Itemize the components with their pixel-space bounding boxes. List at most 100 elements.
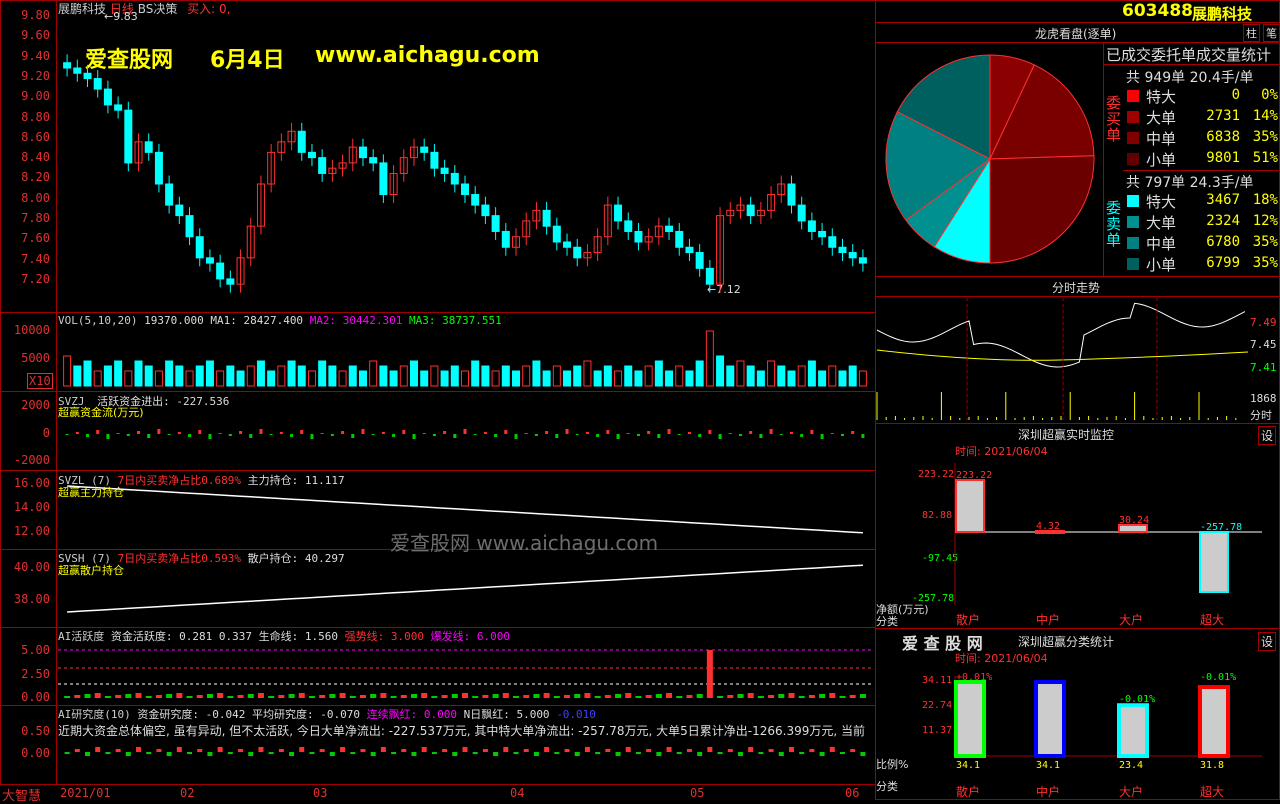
research-bar: [523, 749, 529, 752]
candle-body: [205, 257, 214, 264]
activity-bar: [257, 693, 264, 698]
stat-name: 小单: [1146, 151, 1177, 169]
volume-bar: [338, 370, 347, 387]
activity-bar: [308, 696, 315, 698]
svzj-bar: [157, 429, 161, 434]
right-divider-1: [875, 22, 1280, 23]
candle-body: [685, 246, 694, 254]
monitor-title: 深圳超赢实时监控: [1018, 428, 1115, 442]
stat-count: 3467: [1206, 192, 1240, 208]
research-bar: [799, 752, 805, 754]
volume-bar: [716, 355, 725, 387]
svzj-bar: [463, 429, 467, 434]
candle-body: [430, 151, 439, 169]
volume-bar: [124, 370, 133, 387]
stat-count: 2731: [1206, 108, 1240, 124]
svzj-bar: [402, 430, 406, 434]
stat-name: 特大: [1146, 193, 1177, 211]
bar-view-button[interactable]: 柱: [1243, 24, 1260, 42]
research-bar: [544, 747, 550, 752]
candle-body: [175, 204, 184, 217]
volume-bar: [858, 370, 867, 387]
volume-bar: [297, 365, 306, 387]
activity-bar: [84, 694, 91, 698]
svsh-line: [67, 564, 863, 613]
ai-res-l3: 连续飘红: 0.000: [366, 708, 457, 721]
classify-title: 深圳超赢分类统计: [1018, 635, 1115, 649]
research-bar: [829, 747, 835, 752]
volume-bar: [63, 355, 72, 387]
svzj-bar: [759, 434, 763, 438]
activity-bar: [859, 694, 866, 698]
svzj-bar: [473, 434, 477, 435]
candle-body: [491, 215, 500, 232]
activity-bar: [829, 693, 836, 698]
activity-bar: [574, 694, 581, 698]
stat-count: 2324: [1206, 213, 1240, 229]
candle-body: [154, 151, 163, 185]
svzl-ratio: 7日内买卖净占比0.689%: [117, 474, 241, 487]
volume-bar: [256, 360, 265, 387]
volume-bar: [389, 370, 398, 387]
candle-body: [318, 157, 327, 174]
volume-bar: [654, 360, 663, 387]
research-bar: [574, 752, 580, 756]
candle-body: [624, 220, 633, 232]
activity-bar: [686, 695, 693, 698]
ai-act-tick-0: 0.00: [21, 690, 50, 704]
stat-name: 中单: [1146, 235, 1177, 253]
volume-bar: [491, 370, 500, 387]
volume-bar: [144, 365, 153, 387]
research-bar: [605, 749, 611, 752]
svzj-bar: [534, 434, 538, 436]
stat-pct: 35%: [1252, 234, 1278, 250]
svzj-bar: [861, 434, 865, 438]
activity-bar: [74, 695, 81, 698]
research-bar: [340, 747, 346, 752]
svzj-bar: [779, 434, 783, 435]
activity-bar: [523, 695, 530, 698]
monitor-settings-button[interactable]: 设: [1258, 426, 1277, 445]
buy-sell-divider: [1123, 170, 1280, 171]
research-bar: [217, 747, 223, 752]
classify-settings-button[interactable]: 设: [1258, 632, 1277, 651]
svzj-bar: [524, 433, 528, 434]
svzl-hold: 主力持仓: 11.117: [247, 474, 345, 487]
activity-bar: [298, 693, 305, 698]
activity-bar: [482, 695, 489, 698]
svzj-bar: [606, 430, 610, 434]
stock-code: 603488: [1122, 1, 1193, 21]
volume-bar: [348, 365, 357, 387]
activity-bar: [696, 694, 703, 698]
candle-body: [103, 88, 112, 106]
candle-body: [573, 246, 582, 259]
activity-bar: [410, 694, 417, 698]
activity-bar: [727, 695, 734, 698]
activity-bar: [819, 694, 826, 698]
monitor-cat-label: 分类: [876, 615, 898, 628]
svzj-bar: [585, 432, 589, 434]
volume-bar: [246, 365, 255, 387]
volume-bar: [532, 360, 541, 387]
candle-body: [542, 209, 551, 227]
activity-bar: [359, 695, 366, 698]
activity-bar: [747, 693, 754, 698]
svzj-bar: [545, 431, 549, 434]
activity-bar: [217, 693, 224, 698]
research-bar: [717, 752, 723, 754]
svzl-tick-14: 14.00: [13, 500, 50, 514]
activity-bar: [666, 693, 673, 698]
candle-body: [379, 162, 388, 196]
activity-bar: [492, 694, 499, 698]
activity-bar: [400, 695, 407, 698]
volume-bar: [450, 365, 459, 387]
volume-bar: [358, 370, 367, 387]
legend-swatch: [1127, 195, 1139, 207]
candle-body: [358, 146, 367, 159]
research-bar: [268, 752, 274, 754]
candle-body: [114, 104, 123, 111]
right-divider-2: [875, 42, 1280, 43]
tick-view-button[interactable]: 笔: [1263, 24, 1280, 42]
candle-body: [675, 230, 684, 248]
svzj-bar: [810, 430, 814, 434]
